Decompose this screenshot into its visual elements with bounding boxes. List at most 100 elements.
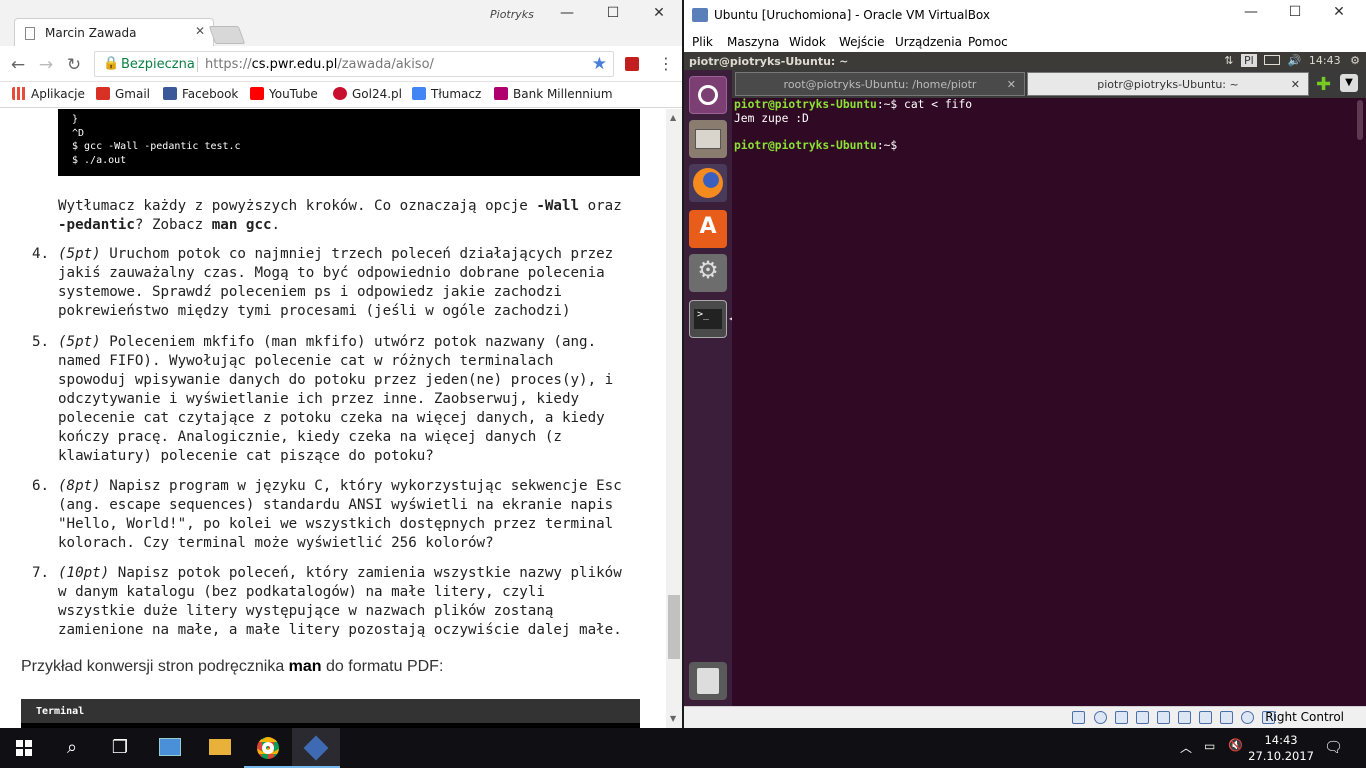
bank-millennium-icon: [494, 87, 508, 100]
files-icon[interactable]: [689, 120, 727, 158]
extension-icon[interactable]: [625, 57, 639, 71]
network-adapter-icon[interactable]: [1136, 711, 1149, 724]
new-tab-button[interactable]: [208, 26, 246, 44]
recording-icon[interactable]: [1220, 711, 1233, 724]
vbox-statusbar: Right Control: [684, 706, 1366, 728]
audio-icon[interactable]: [1115, 711, 1128, 724]
bookmark-star-icon[interactable]: ★: [592, 54, 607, 74]
software-center-icon[interactable]: A: [689, 210, 727, 248]
tab-menu-icon[interactable]: ▼: [1340, 74, 1358, 92]
reload-button[interactable]: ↻: [64, 55, 84, 75]
virtualbox-window: Ubuntu [Uruchomiona] - Oracle VM Virtual…: [684, 0, 1366, 728]
terminal-output[interactable]: piotr@piotryks-Ubuntu:~$ cat < fifo Jem z…: [734, 98, 972, 152]
bookmark-bank-millennium[interactable]: Bank Millennium: [494, 87, 613, 101]
cpu-icon[interactable]: [1241, 711, 1254, 724]
apps-grid-icon: [12, 87, 26, 100]
notifications-icon[interactable]: 🗨: [1324, 738, 1343, 756]
tab-close-icon[interactable]: ✕: [195, 24, 205, 38]
shared-folders-icon[interactable]: [1178, 711, 1191, 724]
bookmark-youtube[interactable]: YouTube: [250, 87, 318, 101]
vbox-titlebar: Ubuntu [Uruchomiona] - Oracle VM Virtual…: [684, 0, 1366, 30]
trash-icon[interactable]: [689, 662, 727, 700]
volume-icon[interactable]: 🔊: [1288, 54, 1302, 67]
optical-drive-icon[interactable]: [1094, 711, 1107, 724]
bookmark-translate[interactable]: Tłumacz: [412, 87, 481, 101]
chrome-toolbar: ← → ↻ 🔒 Bezpieczna https://cs.pwr.edu.pl…: [0, 46, 682, 82]
minimize-button[interactable]: —: [552, 5, 582, 21]
menu-plik[interactable]: Plik: [692, 35, 713, 49]
ubuntu-launcher: A ⚙ >_ ◀: [684, 70, 735, 706]
close-icon[interactable]: ✕: [1291, 78, 1300, 91]
url-separator: [197, 57, 198, 72]
bookmark-apps[interactable]: Aplikacje: [12, 87, 85, 101]
battery-tray-icon[interactable]: ▭: [1204, 739, 1215, 753]
menu-widok[interactable]: Widok: [789, 35, 826, 49]
terminal-tabbar: root@piotryks-Ubuntu: /home/piotr ✕ piotr…: [732, 70, 1366, 98]
usb-icon[interactable]: [1157, 711, 1170, 724]
windows-start-icon[interactable]: [0, 728, 48, 768]
task-view-icon[interactable]: ❐: [96, 728, 144, 768]
item-number: 5.: [32, 334, 50, 350]
terminal-tab-piotr[interactable]: piotr@piotryks-Ubuntu: ~ ✕: [1027, 72, 1309, 96]
ubuntu-terminal[interactable]: root@piotryks-Ubuntu: /home/piotr ✕ piotr…: [732, 70, 1366, 706]
bookmark-gol24[interactable]: Gol24.pl: [333, 87, 402, 101]
host-key-label: Right Control: [1265, 710, 1344, 724]
scroll-up-icon[interactable]: ▲: [670, 113, 676, 122]
menu-urzadzenia[interactable]: Urządzenia: [895, 35, 962, 49]
chrome-taskbar-icon[interactable]: [244, 728, 292, 768]
battery-icon[interactable]: [1264, 55, 1281, 65]
firefox-icon[interactable]: [689, 164, 727, 202]
close-icon[interactable]: ✕: [1007, 78, 1016, 91]
page-content: } ^D $ gcc -Wall -pedantic test.c $ ./a.out…: [0, 109, 666, 728]
bookmarks-bar: Aplikacje Gmail Facebook YouTube Gol24.p…: [0, 82, 682, 108]
bookmark-facebook[interactable]: Facebook: [163, 87, 238, 101]
system-clock[interactable]: 14:43 27.10.2017: [1248, 732, 1314, 764]
chrome-window: Marcin Zawada ✕ Piotryks — ☐ ✕ ← → ↻ 🔒 B…: [0, 0, 682, 728]
file-explorer-icon[interactable]: [196, 728, 244, 768]
vbox-close-button[interactable]: ✕: [1324, 4, 1354, 20]
menu-wejscie[interactable]: Wejście: [839, 35, 884, 49]
network-icon[interactable]: ⇅: [1224, 54, 1233, 67]
menu-pomoc[interactable]: Pomoc: [968, 35, 1008, 49]
terminal-tab-root[interactable]: root@piotryks-Ubuntu: /home/piotr ✕: [735, 72, 1025, 96]
vbox-minimize-button[interactable]: —: [1236, 4, 1266, 20]
gol24-icon: [333, 87, 347, 100]
url-text[interactable]: https://cs.pwr.edu.pl/zawada/akiso/: [205, 57, 434, 72]
terminal-scrollbar[interactable]: [1354, 98, 1366, 706]
hdd-icon[interactable]: [1072, 711, 1085, 724]
show-hidden-icons-icon[interactable]: ︿: [1180, 739, 1192, 756]
bookmark-gmail[interactable]: Gmail: [96, 87, 150, 101]
scroll-thumb[interactable]: [668, 595, 680, 659]
keyboard-layout[interactable]: Pl: [1241, 54, 1257, 67]
menu-maszyna[interactable]: Maszyna: [727, 35, 779, 49]
forward-button[interactable]: →: [36, 55, 56, 75]
youtube-icon: [250, 87, 264, 100]
translate-icon: [412, 87, 426, 100]
chrome-titlebar: Marcin Zawada ✕ Piotryks — ☐ ✕: [0, 0, 682, 46]
address-bar[interactable]: 🔒 Bezpieczna https://cs.pwr.edu.pl/zawad…: [94, 51, 614, 77]
chrome-menu-icon[interactable]: ⋮: [658, 54, 674, 73]
profile-name[interactable]: Piotryks: [490, 8, 534, 21]
maximize-button[interactable]: ☐: [598, 5, 628, 21]
new-tab-plus-icon[interactable]: ✚: [1316, 74, 1331, 95]
vbox-maximize-button[interactable]: ☐: [1280, 4, 1310, 20]
gmail-icon: [96, 87, 110, 100]
list-item: (5pt) Poleceniem mkfifo (man mkfifo) utw…: [58, 334, 614, 464]
back-button[interactable]: ←: [8, 55, 28, 75]
close-button[interactable]: ✕: [644, 5, 674, 21]
vbox-menubar: Plik Maszyna Widok Wejście Urządzenia Po…: [684, 30, 1366, 52]
search-icon[interactable]: ⌕: [48, 728, 96, 768]
virtualbox-taskbar-icon[interactable]: [292, 728, 340, 768]
scroll-down-icon[interactable]: ▼: [670, 714, 676, 723]
ubuntu-clock[interactable]: 14:43: [1309, 54, 1341, 67]
page-scrollbar[interactable]: ▲ ▼: [666, 109, 682, 728]
volume-muted-icon[interactable]: 🔇: [1228, 738, 1243, 752]
terminal-icon[interactable]: >_: [689, 300, 727, 338]
browser-tab[interactable]: Marcin Zawada ✕: [14, 18, 214, 46]
ubuntu-dash-icon[interactable]: [689, 76, 727, 114]
system-settings-icon[interactable]: ⚙: [689, 254, 727, 292]
control-panel-icon[interactable]: [146, 728, 194, 768]
explain-paragraph: Wytłumacz każdy z powyższych kroków. Co …: [58, 198, 622, 233]
settings-gear-icon[interactable]: ⚙: [1350, 54, 1360, 67]
display-icon[interactable]: [1199, 711, 1212, 724]
